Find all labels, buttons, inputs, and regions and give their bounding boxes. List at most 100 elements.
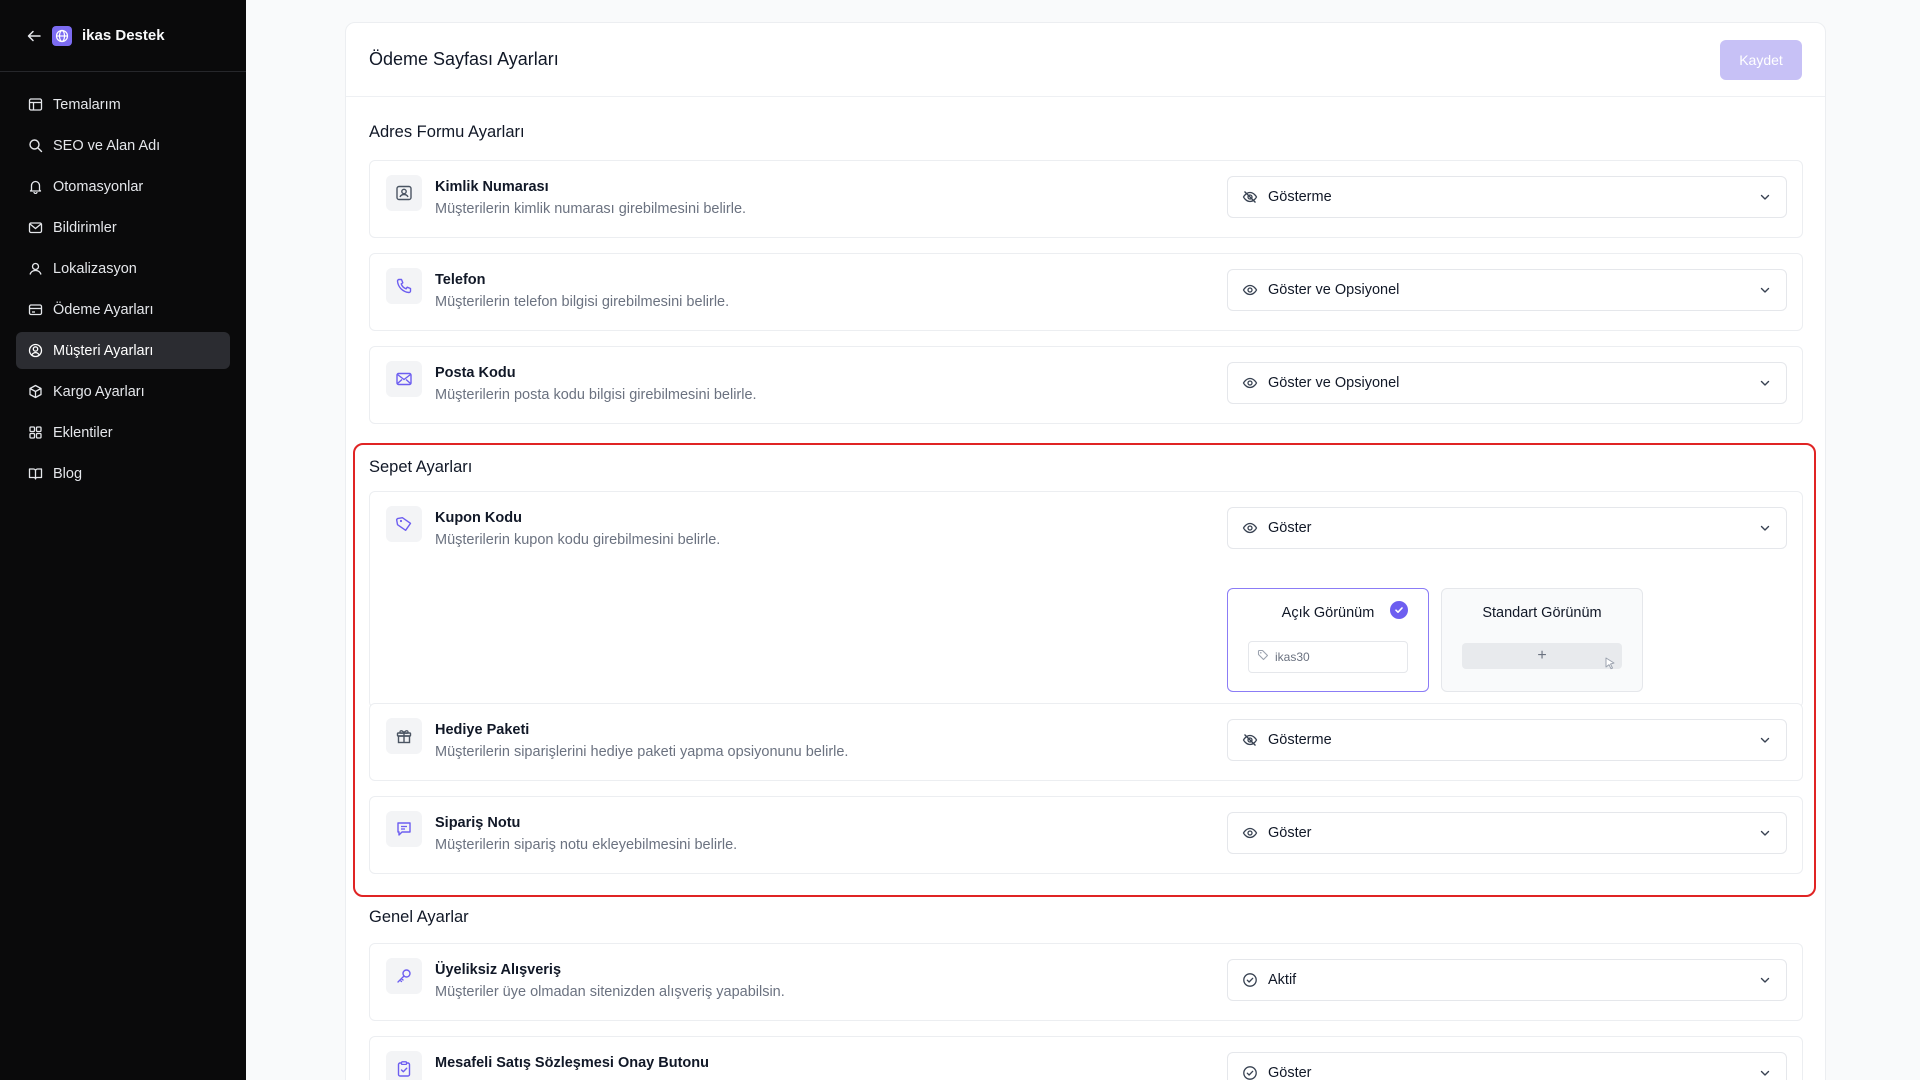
sidebar-item-label: Temalarım (53, 96, 121, 113)
eye-icon (1242, 825, 1258, 841)
id-card-icon (386, 175, 422, 211)
coupon-preview-text: ikas30 (1275, 650, 1310, 664)
sidebar-item-label: Lokalizasyon (53, 260, 137, 277)
view-option-label: Standart Görünüm (1482, 605, 1602, 621)
sidebar: ikas Destek Temalarım SEO ve Alan Adı Ot… (0, 0, 246, 1080)
coupon-preview-field: ikas30 (1248, 641, 1408, 673)
setting-row-kupon-kodu: Kupon Kodu Müşterilerin kupon kodu gireb… (369, 491, 1803, 708)
sidebar-item-seo[interactable]: SEO ve Alan Adı (16, 127, 230, 164)
key-icon (386, 958, 422, 994)
gift-icon (386, 718, 422, 754)
tag-icon (386, 506, 422, 542)
sidebar-item-label: Müşteri Ayarları (53, 342, 154, 359)
row-title: Kupon Kodu (435, 510, 522, 526)
grid-icon (27, 425, 43, 441)
visibility-select[interactable]: Göster ve Opsiyonel (1227, 362, 1787, 404)
sidebar-item-temalarim[interactable]: Temalarım (16, 86, 230, 123)
setting-row-telefon: Telefon Müşterilerin telefon bilgisi gir… (369, 253, 1803, 331)
row-description: Müşterilerin kupon kodu girebilmesini be… (435, 532, 721, 548)
chevron-down-icon (1758, 826, 1772, 840)
chevron-down-icon (1758, 973, 1772, 987)
visibility-select[interactable]: Göster (1227, 507, 1787, 549)
search-icon (27, 138, 43, 154)
sidebar-item-label: SEO ve Alan Adı (53, 137, 161, 154)
section-title-general: Genel Ayarlar (369, 908, 469, 926)
row-description: Müşterilerin kimlik numarası girebilmesi… (435, 201, 747, 217)
row-title: Mesafeli Satış Sözleşmesi Onay Butonu (435, 1055, 709, 1071)
sidebar-item-kargo-ayarlari[interactable]: Kargo Ayarları (16, 373, 230, 410)
setting-row-siparis-notu: Sipariş Notu Müşterilerin sipariş notu e… (369, 796, 1803, 874)
visibility-select[interactable]: Göster (1227, 1052, 1787, 1080)
chevron-down-icon (1758, 376, 1772, 390)
sidebar-item-label: Blog (53, 465, 83, 482)
setting-row-uyeliksiz-alisveris: Üyeliksiz Alışveriş Müşteriler üye olmad… (369, 943, 1803, 1021)
sidebar-item-musteri-ayarlari[interactable]: Müşteri Ayarları (16, 332, 230, 369)
phone-icon (386, 268, 422, 304)
message-icon (386, 811, 422, 847)
user-pin-icon (27, 261, 43, 277)
status-select[interactable]: Aktif (1227, 959, 1787, 1001)
tag-icon (1257, 648, 1269, 666)
row-title: Posta Kodu (435, 365, 516, 381)
chevron-down-icon (1758, 190, 1772, 204)
sidebar-item-label: Bildirimler (53, 219, 117, 236)
sidebar-item-otomasyonlar[interactable]: Otomasyonlar (16, 168, 230, 205)
plus-icon: + (1537, 647, 1547, 664)
check-circle-icon (1242, 972, 1258, 988)
sidebar-item-eklentiler[interactable]: Eklentiler (16, 414, 230, 451)
select-value: Gösterme (1268, 189, 1332, 205)
sidebar-item-odeme-ayarlari[interactable]: Ödeme Ayarları (16, 291, 230, 328)
eye-icon (1242, 375, 1258, 391)
select-value: Göster ve Opsiyonel (1268, 282, 1400, 298)
page-title: Ödeme Sayfası Ayarları (369, 49, 559, 69)
sidebar-item-bildirimler[interactable]: Bildirimler (16, 209, 230, 246)
row-title: Telefon (435, 272, 486, 288)
row-title: Kimlik Numarası (435, 179, 549, 195)
book-icon (27, 466, 43, 482)
row-title: Üyeliksiz Alışveriş (435, 962, 562, 978)
row-description: Müşterilerin posta kodu bilgisi girebilm… (435, 387, 757, 403)
sidebar-item-lokalizasyon[interactable]: Lokalizasyon (16, 250, 230, 287)
row-description: Müşterilerin sipariş notu ekleyebilmesin… (435, 837, 738, 853)
eye-icon (1242, 520, 1258, 536)
setting-row-posta-kodu: Posta Kodu Müşterilerin posta kodu bilgi… (369, 346, 1803, 424)
visibility-select[interactable]: Gösterme (1227, 719, 1787, 761)
setting-row-hediye-paketi: Hediye Paketi Müşterilerin siparişlerini… (369, 703, 1803, 781)
chevron-down-icon (1758, 283, 1772, 297)
layout-icon (27, 97, 43, 113)
view-option-standard[interactable]: Standart Görünüm + (1441, 588, 1643, 692)
check-circle-icon (1242, 1065, 1258, 1080)
visibility-select[interactable]: Gösterme (1227, 176, 1787, 218)
envelope-icon (386, 361, 422, 397)
plus-preview: + (1462, 643, 1622, 669)
sidebar-item-label: Ödeme Ayarları (53, 301, 154, 318)
chevron-down-icon (1758, 733, 1772, 747)
row-description: Müşteriler üye olmadan sitenizden alışve… (435, 984, 785, 1000)
mail-icon (27, 220, 43, 236)
brand-name: ikas Destek (82, 27, 165, 44)
visibility-select[interactable]: Göster (1227, 812, 1787, 854)
eye-icon (1242, 282, 1258, 298)
globe-logo-icon (52, 25, 72, 46)
eye-off-icon (1242, 189, 1258, 205)
row-description: Müşterilerin siparişlerini hediye paketi… (435, 744, 849, 760)
select-value: Göster (1268, 825, 1312, 841)
setting-row-kimlik: Kimlik Numarası Müşterilerin kimlik numa… (369, 160, 1803, 238)
view-option-open[interactable]: Açık Görünüm ikas30 (1227, 588, 1429, 692)
back-arrow-icon[interactable] (26, 28, 42, 44)
user-circle-icon (27, 343, 43, 359)
settings-card: Ödeme Sayfası Ayarları Kaydet Adres Form… (345, 22, 1826, 1080)
visibility-select[interactable]: Göster ve Opsiyonel (1227, 269, 1787, 311)
select-value: Gösterme (1268, 732, 1332, 748)
save-button[interactable]: Kaydet (1720, 39, 1802, 80)
sidebar-item-label: Eklentiler (53, 424, 113, 441)
section-title-address: Adres Formu Ayarları (369, 123, 525, 141)
section-title-cart: Sepet Ayarları (369, 458, 473, 476)
sidebar-item-blog[interactable]: Blog (16, 455, 230, 492)
sidebar-nav: Temalarım SEO ve Alan Adı Otomasyonlar B… (0, 72, 246, 492)
sidebar-item-label: Kargo Ayarları (53, 383, 145, 400)
select-value: Göster (1268, 1065, 1312, 1080)
select-value: Göster ve Opsiyonel (1268, 375, 1400, 391)
cursor-pointer-icon (1602, 655, 1618, 676)
sidebar-item-label: Otomasyonlar (53, 178, 144, 195)
